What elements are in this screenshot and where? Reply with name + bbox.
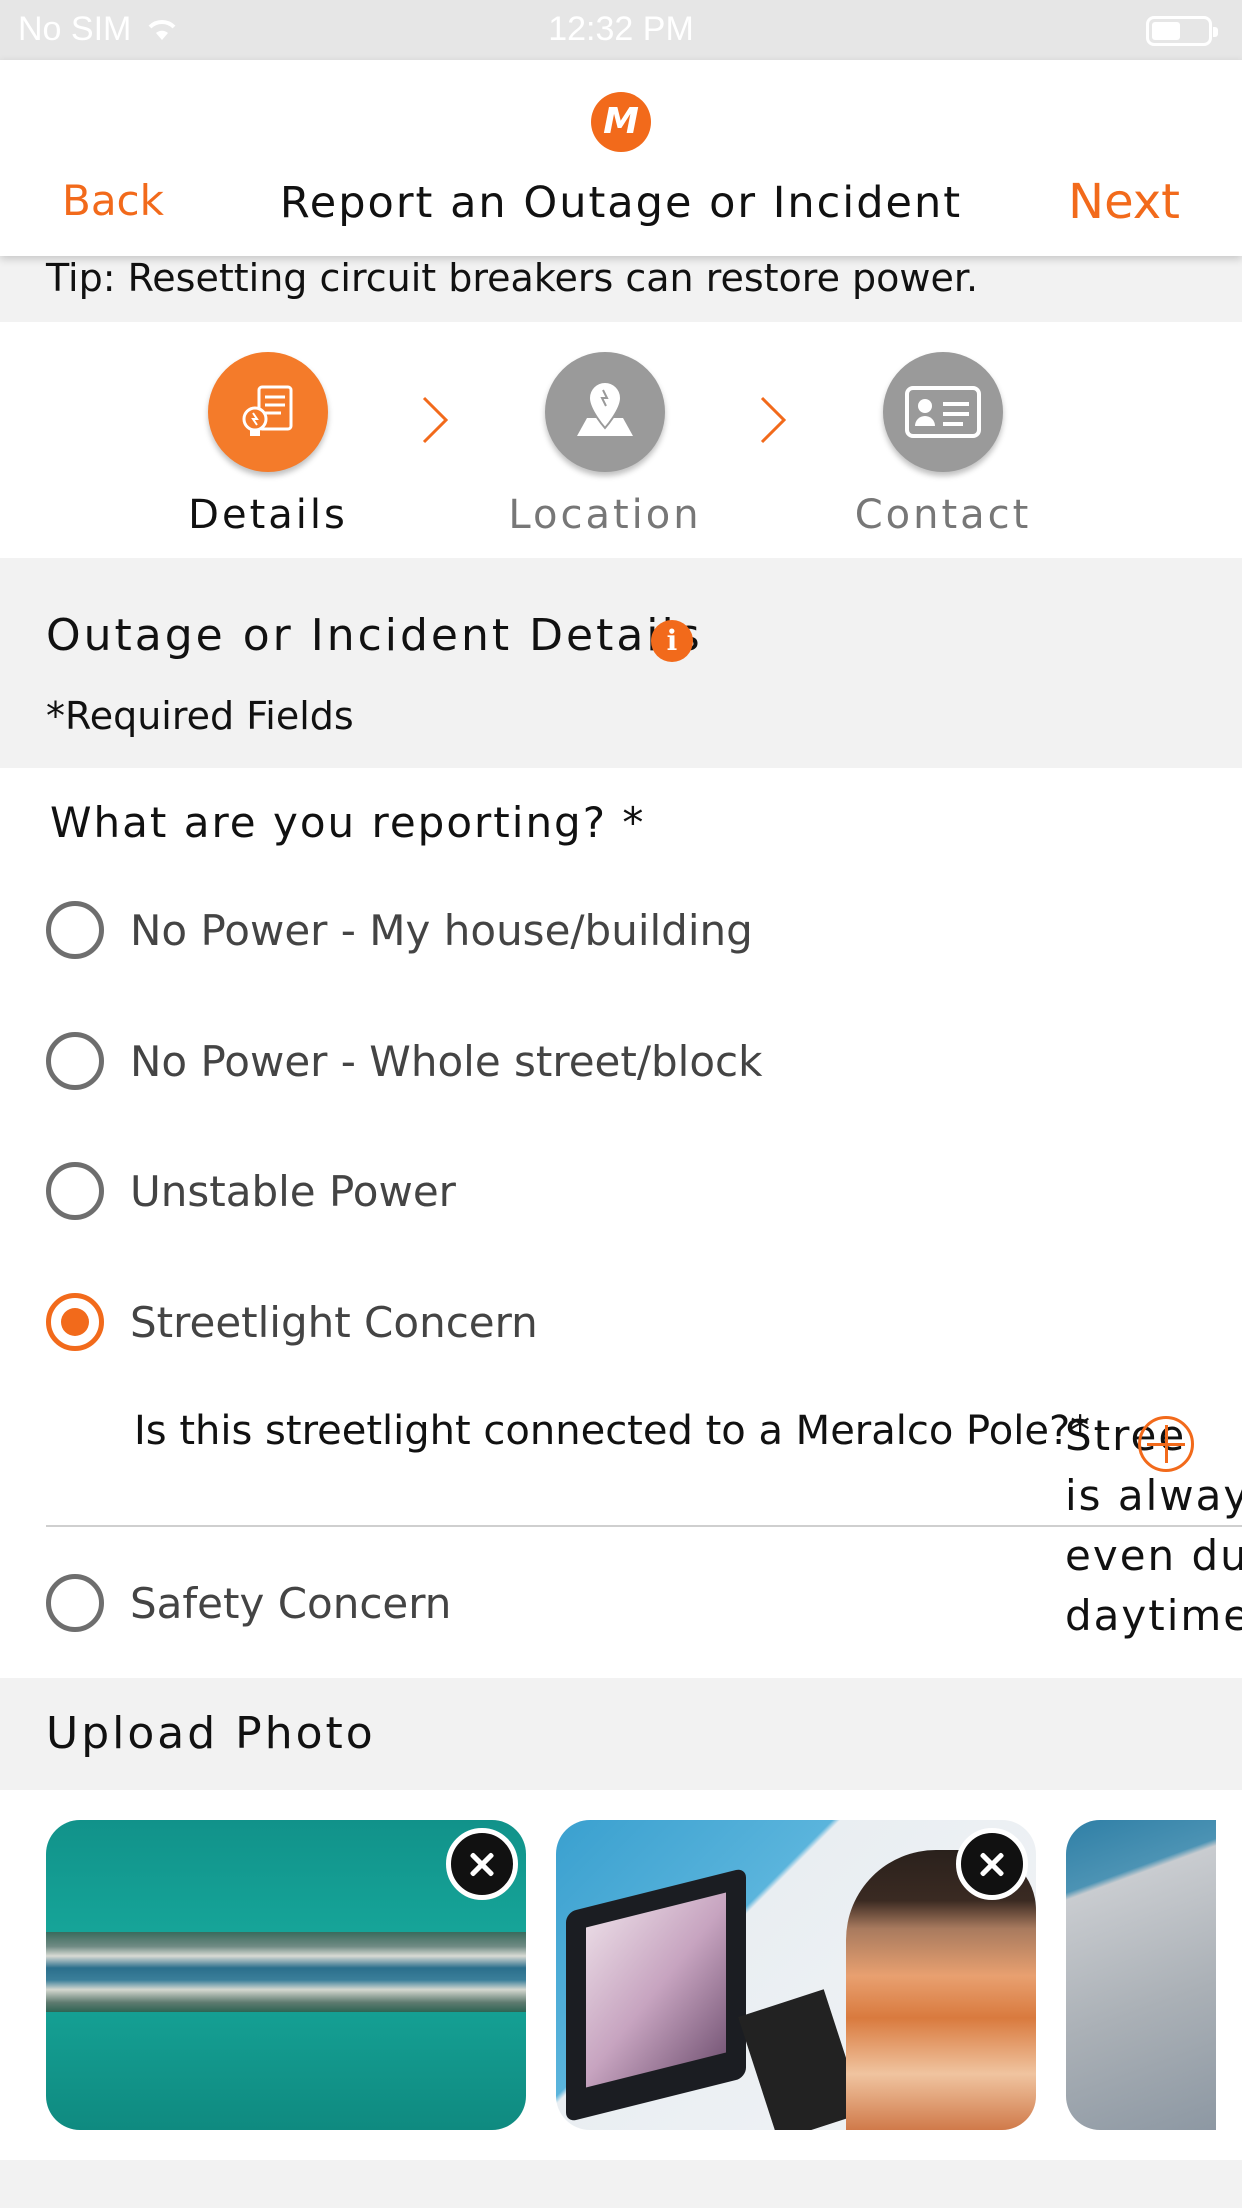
step-contact[interactable]: Contact xyxy=(813,352,1073,538)
step-details[interactable]: Details xyxy=(138,352,398,538)
map-pin-icon xyxy=(545,352,665,472)
info-icon[interactable]: i xyxy=(651,620,693,662)
option-label: No Power - Whole street/block xyxy=(130,1036,763,1086)
tip-banner: Tip: Resetting circuit breakers can rest… xyxy=(0,256,1242,322)
upload-header: Upload Photo xyxy=(0,1678,1242,1790)
step-label: Contact xyxy=(854,492,1032,538)
overflow-line: is alway xyxy=(1065,1471,1242,1520)
photo-carousel[interactable] xyxy=(0,1790,1242,2160)
radio-option-no-power-house[interactable]: No Power - My house/building xyxy=(46,900,753,960)
meralco-logo-icon: M xyxy=(591,92,651,152)
option-label: No Power - My house/building xyxy=(130,905,753,955)
clock: 12:32 PM xyxy=(548,10,694,48)
remove-photo-icon[interactable] xyxy=(956,1828,1028,1900)
required-note: *Required Fields xyxy=(46,694,354,738)
radio-button[interactable] xyxy=(46,901,104,959)
question-label: What are you reporting? * xyxy=(50,798,646,847)
radio-button[interactable] xyxy=(46,1032,104,1090)
chevron-right-icon xyxy=(760,396,787,444)
tip-text: Tip: Resetting circuit breakers can rest… xyxy=(46,256,979,300)
radio-option-streetlight[interactable]: Streetlight Concern xyxy=(46,1292,538,1352)
chevron-right-icon xyxy=(422,396,449,444)
step-location[interactable]: Location xyxy=(475,352,735,538)
overflow-line: daytime xyxy=(1065,1591,1242,1640)
option-label: Safety Concern xyxy=(130,1578,452,1628)
radio-option-no-power-street[interactable]: No Power - Whole street/block xyxy=(46,1031,762,1091)
section-title: Outage or Incident Details xyxy=(46,610,703,661)
divider xyxy=(46,1525,1242,1527)
option-label: Unstable Power xyxy=(130,1166,456,1216)
nav-bar: M Back Report an Outage or Incident Next xyxy=(0,60,1242,256)
overflow-line: even du xyxy=(1065,1531,1242,1580)
radio-button-selected[interactable] xyxy=(46,1293,104,1351)
next-button[interactable]: Next xyxy=(1068,174,1180,230)
radio-option-unstable-power[interactable]: Unstable Power xyxy=(46,1161,456,1221)
details-header: Outage or Incident Details i *Required F… xyxy=(0,558,1242,768)
step-label: Details xyxy=(188,492,348,538)
streetlight-pole-question: Is this streetlight connected to a Meral… xyxy=(134,1408,1091,1454)
id-card-icon xyxy=(883,352,1003,472)
page-title: Report an Outage or Incident xyxy=(279,178,963,228)
upload-title: Upload Photo xyxy=(46,1708,376,1759)
stepper: Details Location Contact xyxy=(0,322,1242,558)
radio-option-safety[interactable]: Safety Concern xyxy=(46,1573,451,1633)
step-label: Location xyxy=(508,492,702,538)
photo-thumbnail-ceiling[interactable] xyxy=(1066,1820,1216,2130)
lightbulb-document-icon xyxy=(208,352,328,472)
battery-icon xyxy=(1146,16,1218,46)
report-form: What are you reporting? * No Power - My … xyxy=(0,768,1242,1678)
option-label: Streetlight Concern xyxy=(130,1297,538,1347)
remove-photo-icon[interactable] xyxy=(446,1828,518,1900)
photo-content xyxy=(46,1932,526,2012)
radio-button[interactable] xyxy=(46,1162,104,1220)
add-circle-icon[interactable] xyxy=(1138,1416,1194,1472)
radio-button[interactable] xyxy=(46,1574,104,1632)
status-bar: No SIM 12:32 PM xyxy=(0,0,1242,60)
photo-thumbnail-person[interactable] xyxy=(556,1820,1036,2130)
photo-thumbnail-bridge[interactable] xyxy=(46,1820,526,2130)
